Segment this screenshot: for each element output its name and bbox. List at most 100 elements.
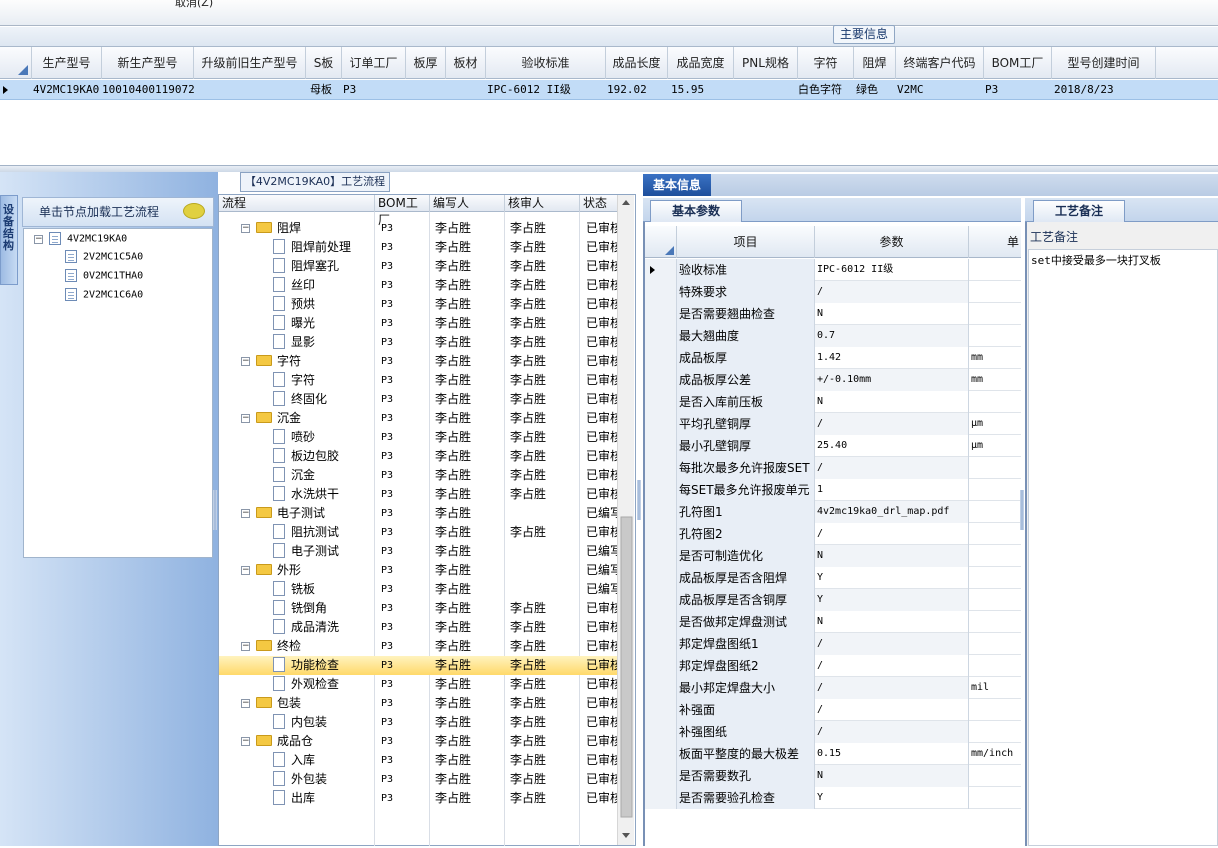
column-header[interactable]: BOM工厂 xyxy=(375,195,430,227)
cell-acceptance[interactable]: IPC-6012 II级 xyxy=(487,80,571,100)
grid-corner[interactable] xyxy=(0,47,32,79)
param-row[interactable]: 邦定焊盘图纸1/ xyxy=(645,633,1021,655)
flow-step-row[interactable]: 字符 P3 李占胜 李占胜 已审核 xyxy=(219,371,617,390)
param-value[interactable]: 0.15 xyxy=(815,743,969,765)
column-header[interactable]: 新生产型号 xyxy=(102,47,194,79)
param-row[interactable]: 是否需要验孔检查 Y xyxy=(645,787,1021,809)
column-header[interactable]: 流程 xyxy=(219,195,375,212)
collapse-icon[interactable]: − xyxy=(241,737,250,746)
flow-step-row[interactable]: 沉金 P3 李占胜 李占胜 已审核 xyxy=(219,466,617,485)
param-row[interactable]: 每SET最多允许报废单元 1 xyxy=(645,479,1021,501)
cell-character[interactable]: 白色字符 xyxy=(798,80,842,100)
param-value[interactable]: Y xyxy=(815,787,969,809)
tree-node[interactable]: 2V2MC1C5A0 xyxy=(65,250,143,265)
param-value[interactable]: Y xyxy=(815,589,969,611)
flow-group-row[interactable]: − 终检 P3 李占胜 李占胜 已审核 xyxy=(219,637,617,656)
column-header[interactable]: 板厚 xyxy=(406,47,446,79)
param-value[interactable]: / xyxy=(815,281,969,303)
param-row[interactable]: 特殊要求 / xyxy=(645,281,1021,303)
column-header[interactable]: 参数 xyxy=(815,226,969,258)
flow-step-row[interactable]: 功能检查 P3 李占胜 李占胜 已审核 xyxy=(219,656,617,675)
param-value[interactable]: N xyxy=(815,545,969,567)
param-row[interactable]: 邦定焊盘图纸2/ xyxy=(645,655,1021,677)
param-row[interactable]: 是否做邦定焊盘测试 N xyxy=(645,611,1021,633)
flow-step-row[interactable]: 板边包胶 P3 李占胜 李占胜 已审核 xyxy=(219,447,617,466)
remarks-textarea[interactable]: set中接受最多一块打叉板 xyxy=(1028,249,1218,846)
param-value[interactable]: Y xyxy=(815,567,969,589)
column-header[interactable]: S板 xyxy=(306,47,342,79)
collapse-icon[interactable]: − xyxy=(241,699,250,708)
param-row[interactable]: 是否需要翘曲检查 N xyxy=(645,303,1021,325)
column-header[interactable]: PNL规格 xyxy=(734,47,798,79)
flow-step-row[interactable]: 显影 P3 李占胜 李占胜 已审核 xyxy=(219,333,617,352)
param-row[interactable]: 是否需要数孔 N xyxy=(645,765,1021,787)
column-header[interactable]: 编写人 xyxy=(430,195,505,212)
param-row[interactable]: 补强面 / xyxy=(645,699,1021,721)
tree-node-root[interactable]: 4V2MC19KA0 xyxy=(49,232,127,247)
column-header[interactable]: 升级前旧生产型号 xyxy=(194,47,306,79)
param-row[interactable]: 成品板厚公差 +/-0.10mm mm xyxy=(645,369,1021,391)
flow-step-row[interactable]: 铣板 P3 李占胜 已编写 xyxy=(219,580,617,599)
param-value[interactable]: N xyxy=(815,391,969,413)
tab-process-remarks[interactable]: 工艺备注 xyxy=(1033,200,1125,222)
collapse-icon[interactable]: − xyxy=(241,509,250,518)
column-header[interactable]: 单 xyxy=(969,226,1021,258)
tree-node[interactable]: 0V2MC1THA0 xyxy=(65,269,143,284)
flow-step-row[interactable]: 外观检查 P3 李占胜 李占胜 已审核 xyxy=(219,675,617,694)
column-header[interactable]: 验收标准 xyxy=(486,47,606,79)
collapse-icon[interactable]: − xyxy=(241,642,250,651)
cell-solder-mask[interactable]: 绿色 xyxy=(856,80,878,100)
param-value[interactable]: N xyxy=(815,611,969,633)
cell-new-model[interactable]: 10010400119072 xyxy=(102,80,195,100)
column-header[interactable]: 字符 xyxy=(798,47,854,79)
column-header[interactable]: 订单工厂 xyxy=(342,47,406,79)
param-row[interactable]: 孔符图2/ xyxy=(645,523,1021,545)
column-header[interactable]: 型号创建时间 xyxy=(1052,47,1156,79)
flow-step-row[interactable]: 电子测试 P3 李占胜 已编写 xyxy=(219,542,617,561)
flow-group-row[interactable]: − 字符 P3 李占胜 李占胜 已审核 xyxy=(219,352,617,371)
flow-step-row[interactable]: 入库 P3 李占胜 李占胜 已审核 xyxy=(219,751,617,770)
collapse-icon[interactable]: − xyxy=(241,357,250,366)
column-header[interactable]: 项目 xyxy=(677,226,815,258)
cancel-button[interactable]: 取消(Z) xyxy=(175,0,213,10)
param-value[interactable]: 25.40 xyxy=(815,435,969,457)
param-row[interactable]: 成品板厚是否含铜厚 Y xyxy=(645,589,1021,611)
param-row[interactable]: 最小邦定焊盘大小 / mil xyxy=(645,677,1021,699)
flow-scrollbar[interactable] xyxy=(617,195,634,845)
cell-bom-factory[interactable]: P3 xyxy=(985,80,998,100)
flow-group-row[interactable]: − 包装 P3 李占胜 李占胜 已审核 xyxy=(219,694,617,713)
column-header[interactable]: 成品宽度 xyxy=(668,47,734,79)
column-header[interactable]: 成品长度 xyxy=(606,47,668,79)
param-row[interactable]: 是否可制造优化 N xyxy=(645,545,1021,567)
splitter-grip[interactable] xyxy=(1020,490,1024,530)
tab-basic-info[interactable]: 基本信息 xyxy=(643,174,711,196)
param-value[interactable]: / xyxy=(815,655,969,677)
flow-group-row[interactable]: − 外形 P3 李占胜 已编写 xyxy=(219,561,617,580)
param-row[interactable]: 平均孔壁铜厚 / μm xyxy=(645,413,1021,435)
splitter-grip[interactable] xyxy=(637,480,641,520)
tree-node[interactable]: 2V2MC1C6A0 xyxy=(65,288,143,303)
flow-step-row[interactable]: 预烘 P3 李占胜 李占胜 已审核 xyxy=(219,295,617,314)
param-row[interactable]: 板面平整度的最大极差 0.15 mm/inch xyxy=(645,743,1021,765)
flow-step-row[interactable]: 丝印 P3 李占胜 李占胜 已审核 xyxy=(219,276,617,295)
tab-process-flow[interactable]: 【4V2MC19KA0】工艺流程 xyxy=(240,172,390,192)
flow-step-row[interactable]: 出库 P3 李占胜 李占胜 已审核 xyxy=(219,789,617,808)
flow-group-row[interactable]: − 电子测试 P3 李占胜 已编写 xyxy=(219,504,617,523)
param-row[interactable]: 每批次最多允许报废SET / xyxy=(645,457,1021,479)
collapse-icon[interactable]: − xyxy=(241,566,250,575)
flow-step-row[interactable]: 曝光 P3 李占胜 李占胜 已审核 xyxy=(219,314,617,333)
tab-device-structure[interactable]: 设备结构 xyxy=(0,195,18,285)
param-value[interactable]: / xyxy=(815,523,969,545)
flow-step-row[interactable]: 水洗烘干 P3 李占胜 李占胜 已审核 xyxy=(219,485,617,504)
param-value[interactable]: 1.42 xyxy=(815,347,969,369)
param-value[interactable]: IPC-6012 II级 xyxy=(815,259,969,281)
flow-step-row[interactable]: 外包装 P3 李占胜 李占胜 已审核 xyxy=(219,770,617,789)
flow-step-row[interactable]: 阻抗测试 P3 李占胜 李占胜 已审核 xyxy=(219,523,617,542)
param-value[interactable]: N xyxy=(815,765,969,787)
table-row[interactable]: 4V2MC19KA0 10010400119072 母板 P3 IPC-6012… xyxy=(0,80,1218,100)
grid-corner[interactable] xyxy=(645,226,677,258)
flow-step-row[interactable]: 阻焊前处理 P3 李占胜 李占胜 已审核 xyxy=(219,238,617,257)
column-header[interactable]: BOM工厂 xyxy=(984,47,1052,79)
column-header[interactable]: 板材 xyxy=(446,47,486,79)
collapse-icon[interactable]: − xyxy=(34,235,43,244)
